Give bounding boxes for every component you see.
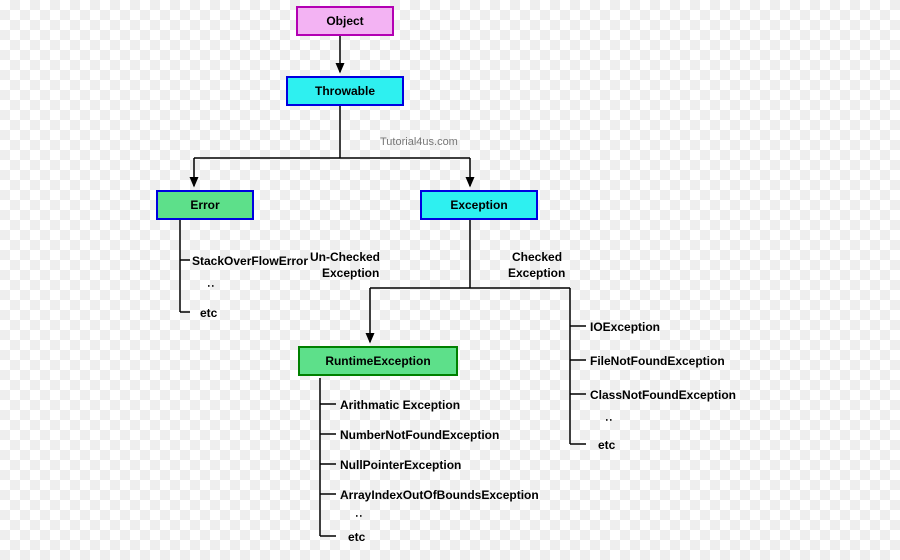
runtime-etc: etc [348,530,365,544]
checked-item-0: IOException [590,320,660,334]
checked-item-1: FileNotFoundException [590,354,725,368]
error-item-0: StackOverFlowError [192,254,308,268]
connector-lines [0,0,900,560]
error-etc: etc [200,306,217,320]
runtime-item-1: NumberNotFoundException [340,428,499,442]
runtime-item-3: ArrayIndexOutOfBoundsException [340,488,539,502]
error-dots: : [205,284,217,288]
label-checked-2: Exception [508,266,565,280]
node-throwable: Throwable [286,76,404,106]
watermark-text: Tutorial4us.com [380,136,458,148]
label-checked-1: Checked [512,250,562,264]
checked-etc: etc [598,438,615,452]
node-runtime: RuntimeException [298,346,458,376]
checked-dots: : [603,418,615,422]
runtime-dots: : [353,514,365,518]
runtime-item-0: Arithmatic Exception [340,398,460,412]
label-unchecked-1: Un-Checked [310,250,380,264]
node-error: Error [156,190,254,220]
node-exception: Exception [420,190,538,220]
checked-item-2: ClassNotFoundException [590,388,736,402]
runtime-item-2: NullPointerException [340,458,461,472]
node-object: Object [296,6,394,36]
label-unchecked-2: Exception [322,266,379,280]
